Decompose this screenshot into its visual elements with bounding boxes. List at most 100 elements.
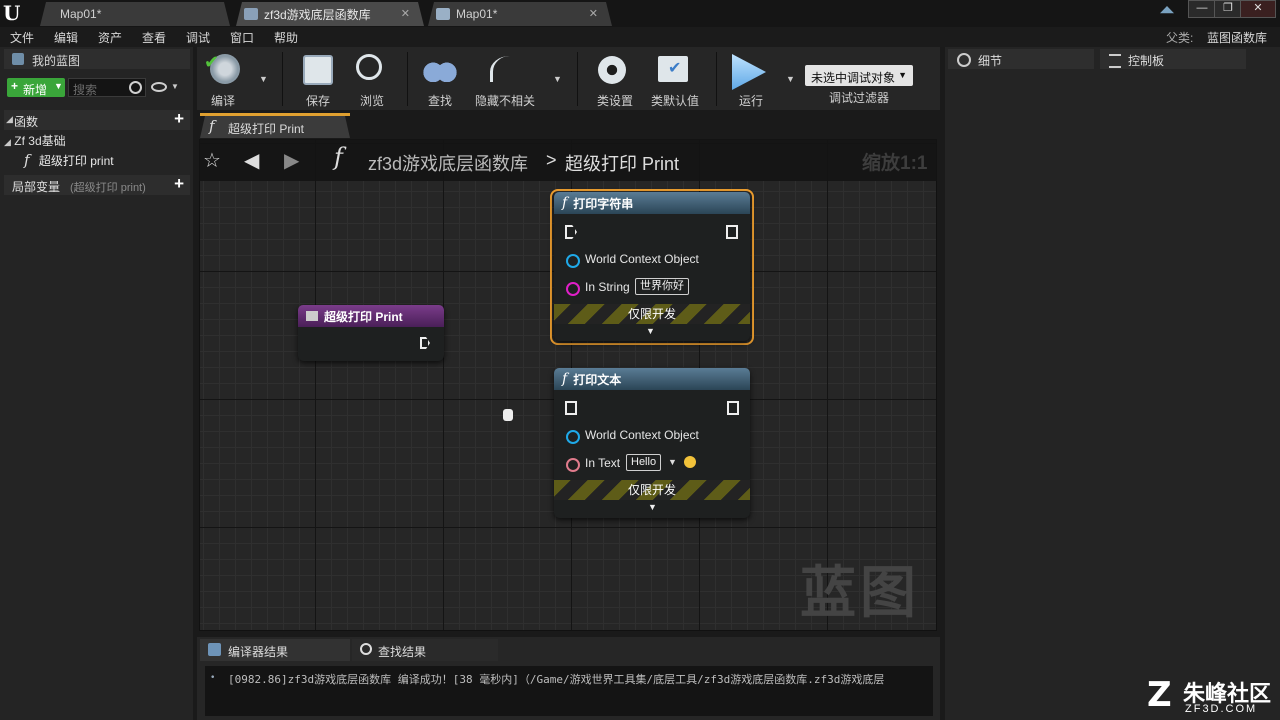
- debug-filter-label: 调试过滤器: [829, 91, 890, 105]
- tab-map01-a[interactable]: Map01*: [40, 2, 230, 26]
- find-button[interactable]: 查找: [412, 52, 468, 108]
- graph-tab[interactable]: f 超级打印 Print: [200, 116, 350, 138]
- run-label: 运行: [738, 94, 763, 108]
- local-variables-header[interactable]: 局部变量 (超级打印 print) +: [4, 174, 190, 195]
- function-entry-node[interactable]: 超级打印 Print: [298, 305, 444, 361]
- function-item-super-print[interactable]: f 超级打印 print: [24, 151, 114, 169]
- menu-debug[interactable]: 调试: [186, 29, 210, 46]
- close-icon[interactable]: ✕: [401, 7, 410, 20]
- parent-class-value[interactable]: 蓝图函数库: [1207, 29, 1267, 46]
- menu-asset[interactable]: 资产: [98, 29, 122, 46]
- star-icon[interactable]: ☆: [203, 148, 221, 173]
- my-blueprint-tab[interactable]: 我的蓝图: [4, 49, 190, 69]
- log-line: [0982.86]zf3d游戏底层函数库 编译成功！[38 毫秒内]（/Game…: [228, 673, 885, 686]
- level-icon: [436, 8, 450, 20]
- compile-options-chevron-icon[interactable]: ▼: [259, 74, 268, 84]
- new-button[interactable]: + 新增 ▼: [7, 78, 65, 97]
- maximize-button[interactable]: ❐: [1214, 0, 1242, 18]
- function-icon: f: [24, 151, 30, 169]
- menu-edit[interactable]: 编辑: [54, 29, 78, 46]
- in-text-pin-icon[interactable]: [566, 458, 580, 472]
- node-header: 超级打印 Print: [298, 305, 444, 327]
- function-icon: f: [562, 371, 568, 387]
- print-text-node[interactable]: f 打印文本 World Context Object In Text Hell…: [554, 368, 750, 518]
- category-label: Zf 3d基础: [14, 134, 66, 148]
- menu-file[interactable]: 文件: [10, 29, 34, 46]
- compiler-results-icon: [208, 643, 221, 656]
- eye-chevron-down-icon[interactable]: ▼: [171, 82, 179, 91]
- exec-out-pin-icon[interactable]: [727, 401, 739, 415]
- print-string-node[interactable]: f 打印字符串 World Context Object In String 世…: [554, 192, 750, 341]
- functions-header[interactable]: ◢ 函数 +: [4, 109, 190, 130]
- search-input[interactable]: 搜索: [68, 78, 146, 97]
- tab-label: Map01*: [60, 7, 102, 21]
- breadcrumb-root[interactable]: zf3d游戏底层函数库: [368, 150, 528, 176]
- close-icon[interactable]: ✕: [589, 7, 598, 20]
- functions-label: 函数: [14, 115, 39, 129]
- add-variable-icon[interactable]: +: [174, 174, 184, 194]
- hide-unrelated-chevron-icon[interactable]: ▼: [553, 74, 562, 84]
- details-tab-label: 细节: [978, 54, 1003, 68]
- z-logo-icon: Z: [1147, 675, 1172, 715]
- details-tab[interactable]: 细节: [948, 49, 1094, 69]
- dev-only-label: 仅限开发: [627, 483, 676, 497]
- exec-in-pin-icon[interactable]: [565, 225, 577, 239]
- menu-help[interactable]: 帮助: [274, 29, 298, 46]
- graph-tab-label: 超级打印 Print: [228, 122, 305, 136]
- hide-unrelated-button[interactable]: 隐藏不相关: [470, 52, 542, 108]
- breadcrumb-separator: >: [546, 150, 557, 170]
- class-settings-button[interactable]: 类设置: [586, 52, 644, 108]
- exec-in-pin-icon[interactable]: [565, 401, 577, 415]
- forward-arrow-icon[interactable]: ▶: [284, 148, 299, 173]
- collapse-triangle-icon: ◢: [6, 114, 13, 124]
- function-icon: f: [562, 195, 568, 211]
- close-button[interactable]: ✕: [1240, 0, 1276, 18]
- world-context-pin-icon[interactable]: [566, 430, 580, 444]
- unreal-logo-icon[interactable]: U: [3, 3, 25, 23]
- tab-function-library[interactable]: zf3d游戏底层函数库 ✕: [236, 2, 424, 26]
- node-header: f 打印字符串: [554, 192, 750, 214]
- tab-map01-b[interactable]: Map01* ✕: [428, 2, 612, 26]
- exec-out-pin-icon[interactable]: [420, 337, 430, 349]
- world-context-label: World Context Object: [585, 428, 699, 442]
- run-button[interactable]: 运行: [720, 52, 782, 108]
- community-logo: Z 朱峰社区 ZF3D.COM: [1145, 676, 1277, 718]
- local-vars-hint: (超级打印 print): [70, 182, 146, 194]
- run-chevron-icon[interactable]: ▼: [786, 74, 795, 84]
- log-bullet-icon: •: [210, 673, 216, 683]
- exec-out-pin-icon[interactable]: [726, 225, 738, 239]
- browse-button[interactable]: 浏览: [344, 52, 400, 108]
- compile-check-icon: ✔: [204, 52, 220, 72]
- world-context-pin-icon[interactable]: [566, 254, 580, 268]
- binoculars-icon: [423, 58, 457, 82]
- eye-icon[interactable]: [151, 82, 167, 92]
- menu-view[interactable]: 查看: [142, 29, 166, 46]
- localization-icon[interactable]: [684, 456, 696, 468]
- minimize-button[interactable]: —: [1188, 0, 1216, 18]
- class-defaults-button[interactable]: ✔ 类默认值: [646, 52, 704, 108]
- graph-tab-accent: [200, 113, 350, 116]
- in-string-pin-icon[interactable]: [566, 282, 580, 296]
- in-text-value-input[interactable]: Hello: [626, 454, 662, 471]
- back-arrow-icon[interactable]: ◀: [244, 148, 259, 173]
- entry-icon: [306, 311, 318, 321]
- palette-tab[interactable]: 控制板: [1100, 49, 1246, 69]
- in-string-value-input[interactable]: 世界你好: [635, 278, 689, 295]
- blueprint-icon: [244, 8, 258, 20]
- print-text-title: 打印文本: [573, 372, 622, 387]
- menu-window[interactable]: 窗口: [230, 29, 254, 46]
- blueprint-tab-icon: [12, 53, 24, 65]
- add-function-icon[interactable]: +: [174, 109, 184, 129]
- plus-icon: +: [11, 79, 19, 93]
- expand-triangle-icon[interactable]: ▼: [646, 326, 655, 336]
- tab-label: zf3d游戏底层函数库: [264, 7, 371, 22]
- compiler-results-tab[interactable]: 编译器结果: [200, 639, 350, 661]
- in-text-label: In Text: [585, 456, 621, 470]
- text-options-chevron-icon[interactable]: ▼: [668, 457, 677, 467]
- find-results-tab[interactable]: 查找结果: [352, 639, 498, 661]
- parent-class-label: 父类:: [1166, 31, 1194, 45]
- tab-label: Map01*: [456, 7, 498, 21]
- expand-triangle-icon[interactable]: ▼: [648, 502, 657, 512]
- debug-object-select[interactable]: 未选中调试对象 ▼: [805, 65, 913, 86]
- category-zf3d[interactable]: ◢ Zf 3d基础: [4, 132, 66, 149]
